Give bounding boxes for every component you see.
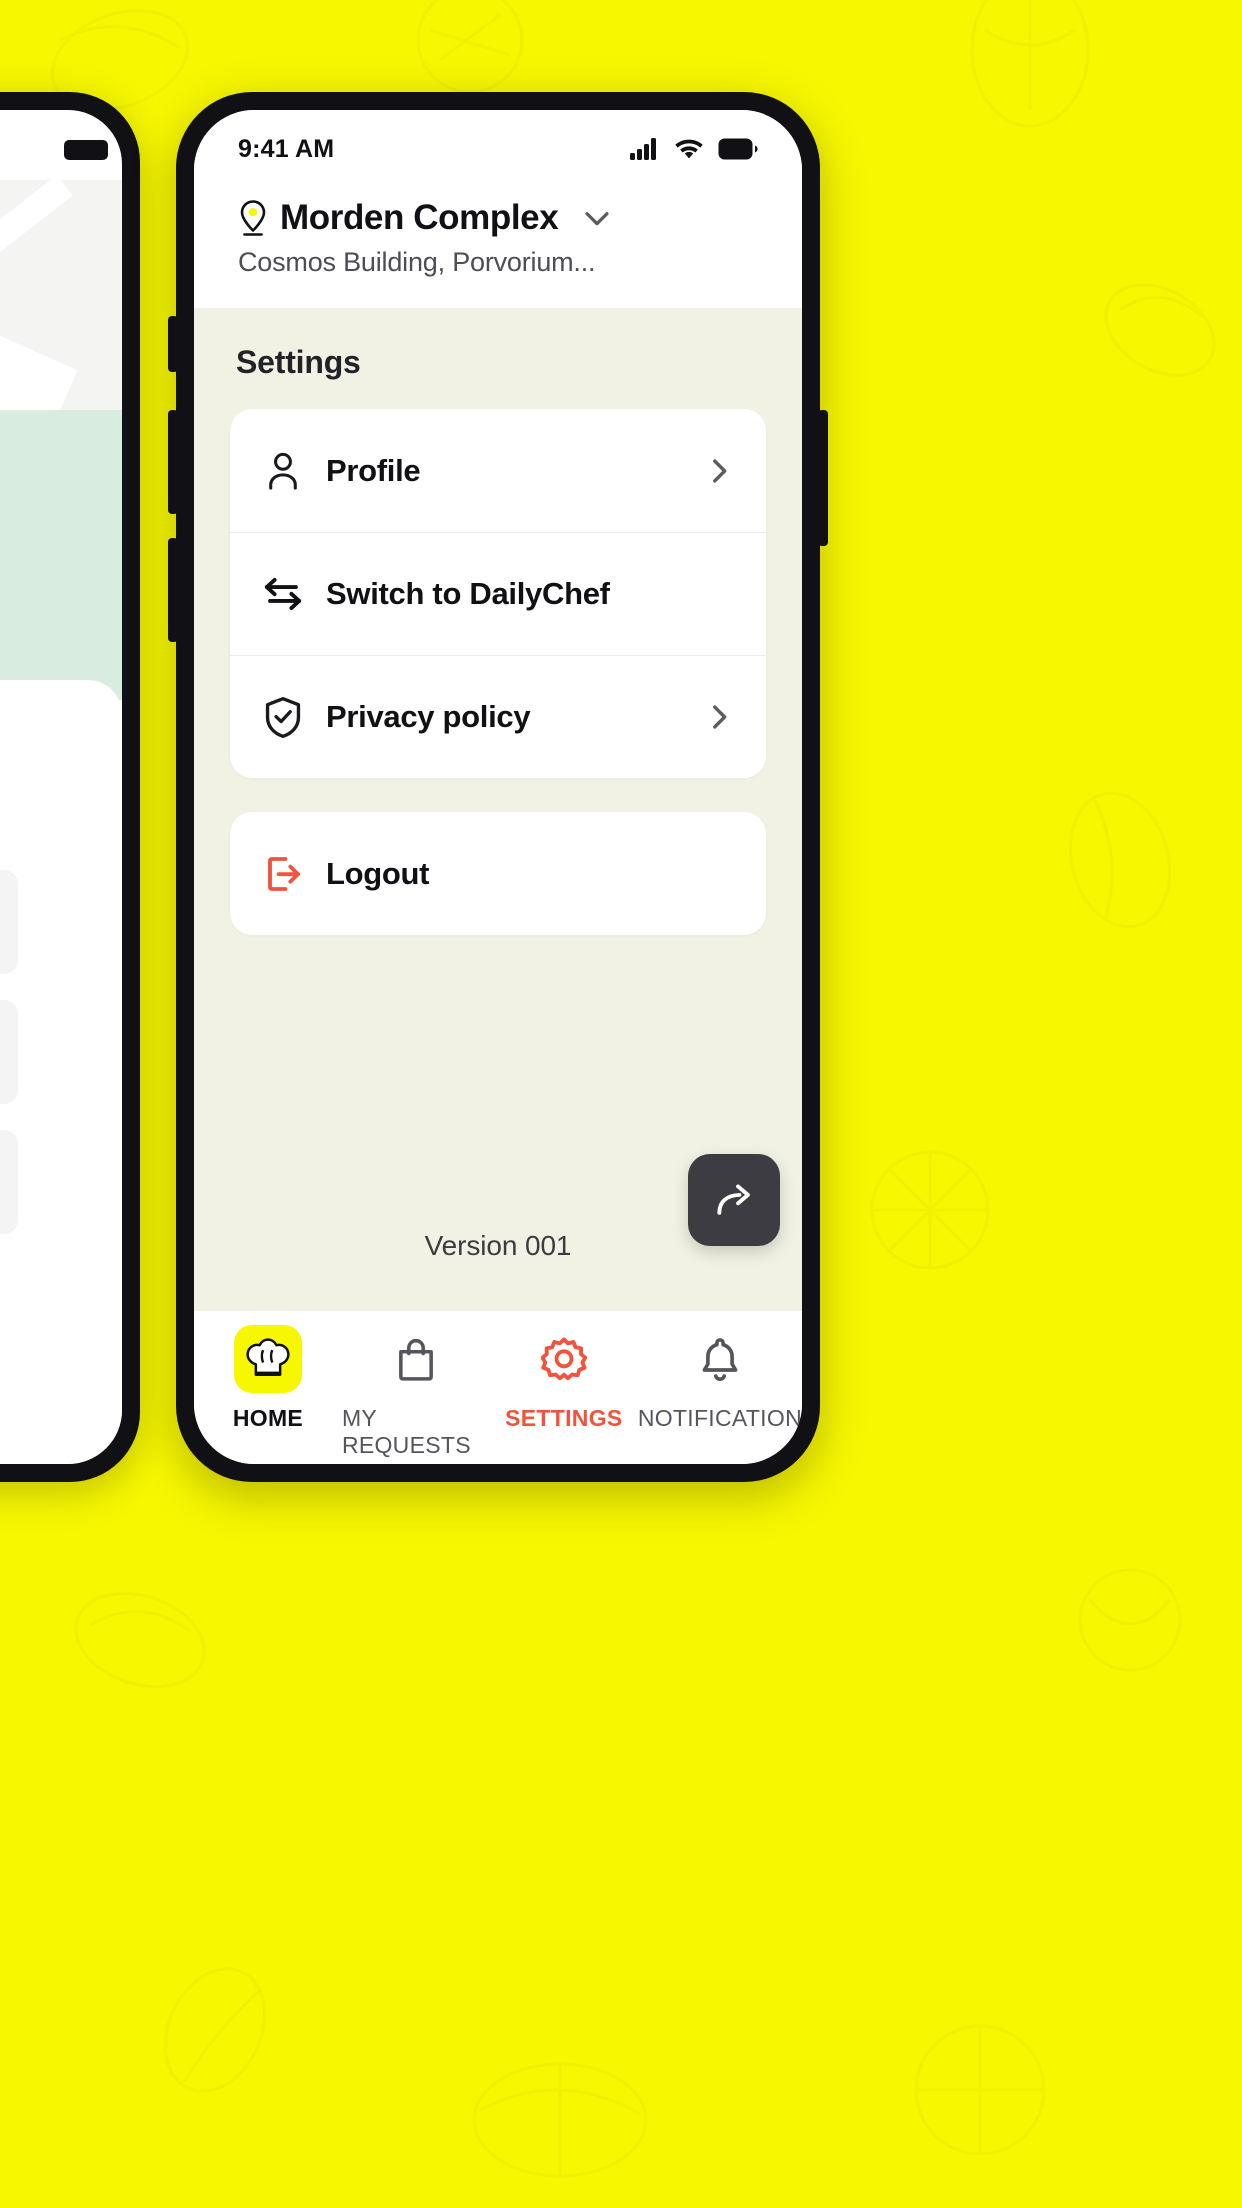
- nav-tab-label: MY REQUESTS: [341, 1405, 471, 1458]
- settings-card-primary: Profile Switch to DailyChef Privacy poli…: [230, 409, 766, 778]
- wifi-icon: [675, 139, 703, 159]
- secondary-battery-icon: [64, 140, 108, 160]
- settings-item-label: Switch to DailyChef: [326, 575, 610, 611]
- status-bar: 9:41 AM: [194, 110, 802, 172]
- secondary-list-card: [0, 870, 18, 974]
- phone-power-button: [818, 410, 828, 546]
- nav-tab-my-requests[interactable]: MY REQUESTS: [342, 1325, 490, 1459]
- secondary-list-card: [0, 1000, 18, 1104]
- settings-item-label: Privacy policy: [326, 698, 531, 734]
- phone-mockup: 9:41 AM Morden Complex Cosmos Building, …: [168, 92, 828, 1482]
- map-road-shape-2: [0, 175, 73, 331]
- settings-item-label: Profile: [326, 452, 421, 488]
- nav-tab-label: NOTIFICATION: [637, 1405, 802, 1431]
- gear-icon: [530, 1325, 598, 1393]
- swap-icon: [256, 577, 310, 611]
- secondary-phone-mockup: [0, 92, 140, 1482]
- share-arrow-icon: [717, 1184, 750, 1215]
- settings-item-switch-to-dailychef[interactable]: Switch to DailyChef: [230, 532, 766, 655]
- status-bar-icons: [630, 138, 758, 160]
- location-title-row[interactable]: Morden Complex: [238, 198, 758, 238]
- phone-volume-down-button: [168, 538, 178, 642]
- settings-item-profile[interactable]: Profile: [230, 409, 766, 532]
- shopping-bag-icon: [382, 1325, 450, 1393]
- phone-mute-button: [168, 316, 178, 372]
- settings-content: Settings Profile Switch to DailyChef Pri…: [194, 308, 802, 1310]
- user-icon: [256, 450, 310, 492]
- bottom-navigation-bar: HOME MY REQUESTS SETTINGS NOTIFICATION: [194, 1310, 802, 1464]
- secondary-phone-screen: [0, 110, 122, 1464]
- shield-check-icon: [256, 696, 310, 738]
- settings-item-label: Logout: [326, 855, 430, 891]
- cellular-signal-icon: [630, 138, 656, 160]
- share-fab-button[interactable]: [688, 1154, 780, 1246]
- bell-icon: [686, 1325, 754, 1393]
- location-header[interactable]: Morden Complex Cosmos Building, Porvoriu…: [194, 172, 802, 308]
- settings-item-logout[interactable]: Logout: [230, 812, 766, 935]
- logout-icon: [256, 854, 310, 894]
- chevron-right-icon: [702, 700, 736, 734]
- status-bar-time: 9:41 AM: [238, 134, 335, 163]
- secondary-map-area: [0, 175, 122, 700]
- nav-tab-label: HOME: [232, 1405, 304, 1431]
- battery-icon: [718, 138, 758, 160]
- map-park-area: [0, 410, 122, 700]
- nav-tab-label: SETTINGS: [505, 1405, 623, 1431]
- app-version-label: Version 001: [424, 1230, 572, 1261]
- chef-hat-icon: [233, 1325, 302, 1393]
- settings-item-privacy-policy[interactable]: Privacy policy: [230, 655, 766, 778]
- nav-tab-home[interactable]: HOME: [194, 1325, 342, 1432]
- location-pin-icon: [240, 200, 266, 236]
- nav-tab-notification[interactable]: NOTIFICATION: [638, 1325, 802, 1432]
- settings-card-logout: Logout: [230, 812, 766, 935]
- secondary-list-card: [0, 1130, 18, 1234]
- phone-volume-up-button: [168, 410, 178, 514]
- secondary-bottom-sheet: [0, 680, 122, 1464]
- location-name: Morden Complex: [280, 198, 559, 237]
- chevron-right-icon: [702, 454, 736, 488]
- phone-screen: 9:41 AM Morden Complex Cosmos Building, …: [194, 110, 802, 1464]
- nav-tab-settings[interactable]: SETTINGS: [490, 1325, 638, 1432]
- chevron-down-icon[interactable]: [580, 201, 614, 235]
- location-address: Cosmos Building, Porvorium...: [238, 247, 596, 277]
- page-title: Settings: [236, 344, 361, 380]
